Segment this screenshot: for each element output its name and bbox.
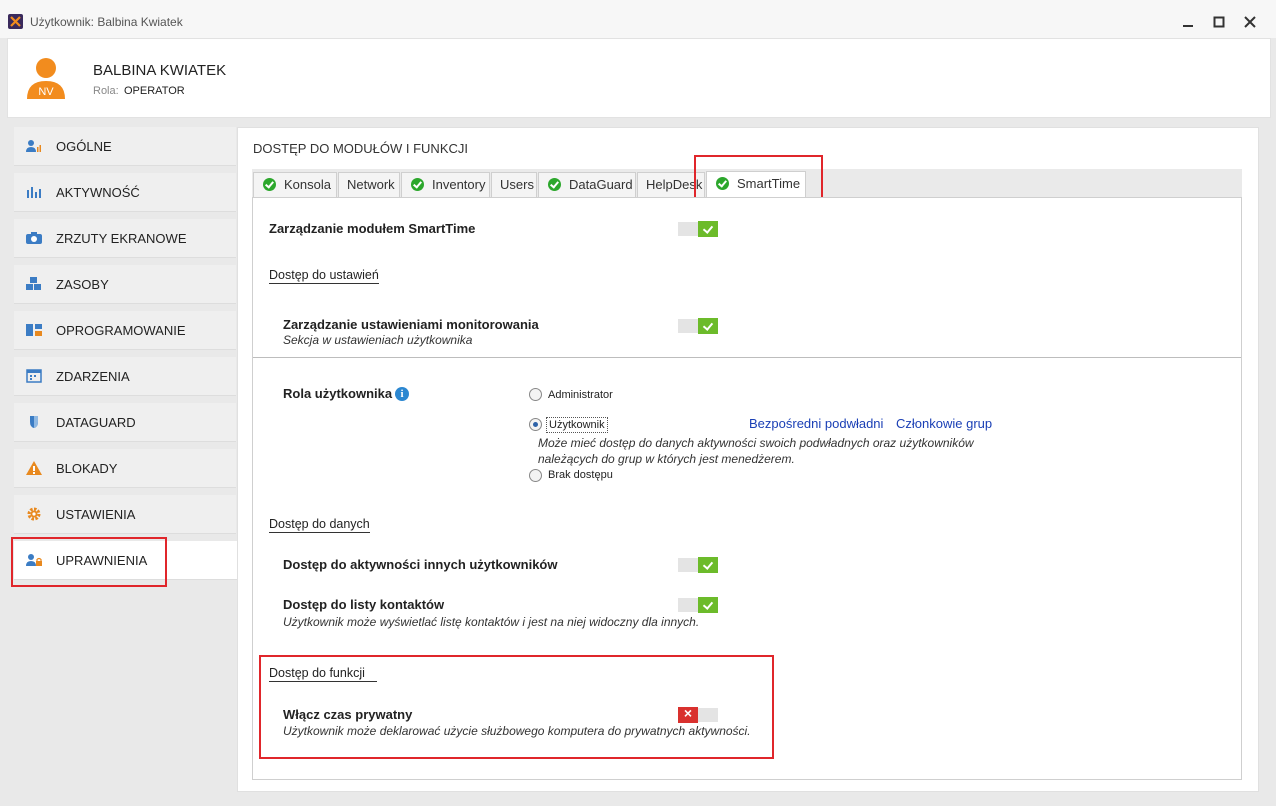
warning-icon	[26, 461, 42, 475]
activity-access-toggle[interactable]	[678, 557, 718, 573]
user-header: NV BALBINA KWIATEK Rola: OPERATOR	[7, 38, 1271, 118]
sidebar-item-label: AKTYWNOŚĆ	[56, 185, 140, 200]
tab-label: Network	[347, 177, 395, 192]
user-role-label: Rola:	[93, 85, 119, 97]
monitoring-settings-toggle[interactable]	[678, 318, 718, 334]
highlight-uprawnienia	[11, 537, 167, 587]
group-members-link[interactable]: Członkowie grup	[896, 416, 992, 431]
radio-label: Administrator	[548, 389, 613, 401]
check-circle-icon	[263, 178, 276, 191]
monitoring-settings-sub: Sekcja w ustawieniach użytkownika	[283, 333, 473, 347]
window-titlebar	[0, 0, 1276, 38]
sidebar-item-label: USTAWIENIA	[56, 507, 136, 522]
close-icon[interactable]	[1238, 12, 1262, 32]
avatar-initials: NV	[38, 86, 54, 98]
tab-label: Inventory	[432, 177, 486, 192]
radio-administrator[interactable]	[529, 388, 542, 401]
camera-icon	[26, 231, 42, 245]
sidebar-item-blokady[interactable]: BLOKADY	[14, 449, 236, 488]
contacts-access-toggle[interactable]	[678, 597, 718, 613]
radio-label: Brak dostępu	[548, 469, 613, 481]
minimize-icon[interactable]	[1176, 12, 1200, 32]
sidebar-item-label: ZRZUTY EKRANOWE	[56, 231, 187, 246]
gear-icon	[26, 507, 42, 521]
sidebar-item-zrzuty[interactable]: ZRZUTY EKRANOWE	[14, 219, 236, 258]
tab-label: Users	[500, 177, 534, 192]
user-role-value: OPERATOR	[124, 85, 185, 97]
window-title: Użytkownik: Balbina Kwiatek	[30, 15, 183, 29]
tab-network[interactable]: Network	[338, 172, 400, 197]
radio-uzytkownik[interactable]	[529, 418, 542, 431]
user-role-title: Rola użytkownika	[283, 386, 393, 401]
activity-access-label: Dostęp do aktywności innych użytkowników	[283, 557, 558, 572]
tab-label: DataGuard	[569, 177, 633, 192]
monitoring-settings-label: Zarządzanie ustawieniami monitorowania	[283, 317, 539, 332]
app-logo-icon	[8, 14, 23, 29]
module-management-toggle[interactable]	[678, 221, 718, 237]
sidebar-item-ogolne[interactable]: OGÓLNE	[14, 127, 236, 166]
contacts-access-sub: Użytkownik może wyświetlać listę kontakt…	[283, 615, 700, 629]
tab-dataguard[interactable]: DataGuard	[538, 172, 636, 197]
module-management-label: Zarządzanie modułem SmartTime	[269, 221, 476, 236]
user-name: BALBINA KWIATEK	[93, 62, 227, 79]
highlight-function-access	[259, 655, 774, 759]
tab-users[interactable]: Users	[491, 172, 537, 197]
contacts-access-label: Dostęp do listy kontaktów	[283, 597, 445, 612]
sidebar-item-zasoby[interactable]: ZASOBY	[14, 265, 236, 304]
radio-label: Użytkownik	[546, 417, 608, 433]
cubes-icon	[26, 277, 42, 291]
data-access-heading: Dostęp do danych	[269, 517, 370, 533]
sidebar-item-dataguard[interactable]: DATAGUARD	[14, 403, 236, 442]
shield-icon	[26, 415, 42, 429]
page-title: DOSTĘP DO MODUŁÓW I FUNKCJI	[253, 141, 468, 156]
direct-subordinates-link[interactable]: Bezpośredni podwładni	[749, 416, 883, 431]
user-chart-icon	[26, 139, 42, 153]
tab-label: Konsola	[284, 177, 331, 192]
user-role-description-2: należących do grup w których jest menedż…	[538, 452, 795, 466]
avatar: NV	[25, 55, 67, 103]
tab-inventory[interactable]: Inventory	[401, 172, 490, 197]
tab-konsola[interactable]: Konsola	[253, 172, 337, 197]
sidebar-item-label: OPROGRAMOWANIE	[56, 323, 186, 338]
info-icon[interactable]: i	[395, 387, 409, 401]
sidebar-item-oprogramowanie[interactable]: OPROGRAMOWANIE	[14, 311, 236, 350]
sidebar-item-label: ZASOBY	[56, 277, 109, 292]
software-icon	[26, 323, 42, 337]
sidebar-item-label: OGÓLNE	[56, 139, 112, 154]
calendar-icon	[26, 369, 42, 383]
sidebar-item-label: DATAGUARD	[56, 415, 136, 430]
divider	[253, 357, 1241, 358]
bar-chart-icon	[26, 185, 42, 199]
sidebar-item-ustawienia[interactable]: USTAWIENIA	[14, 495, 236, 534]
radio-brak-dostepu[interactable]	[529, 469, 542, 482]
check-circle-icon	[548, 178, 561, 191]
maximize-icon[interactable]	[1207, 12, 1231, 32]
sidebar-item-label: BLOKADY	[56, 461, 118, 476]
sidebar-item-zdarzenia[interactable]: ZDARZENIA	[14, 357, 236, 396]
sidebar-item-aktywnosc[interactable]: AKTYWNOŚĆ	[14, 173, 236, 212]
user-role-description: Może mieć dostęp do danych aktywności sw…	[538, 436, 974, 450]
sidebar-item-label: ZDARZENIA	[56, 369, 130, 384]
settings-access-heading: Dostęp do ustawień	[269, 268, 379, 284]
check-circle-icon	[411, 178, 424, 191]
